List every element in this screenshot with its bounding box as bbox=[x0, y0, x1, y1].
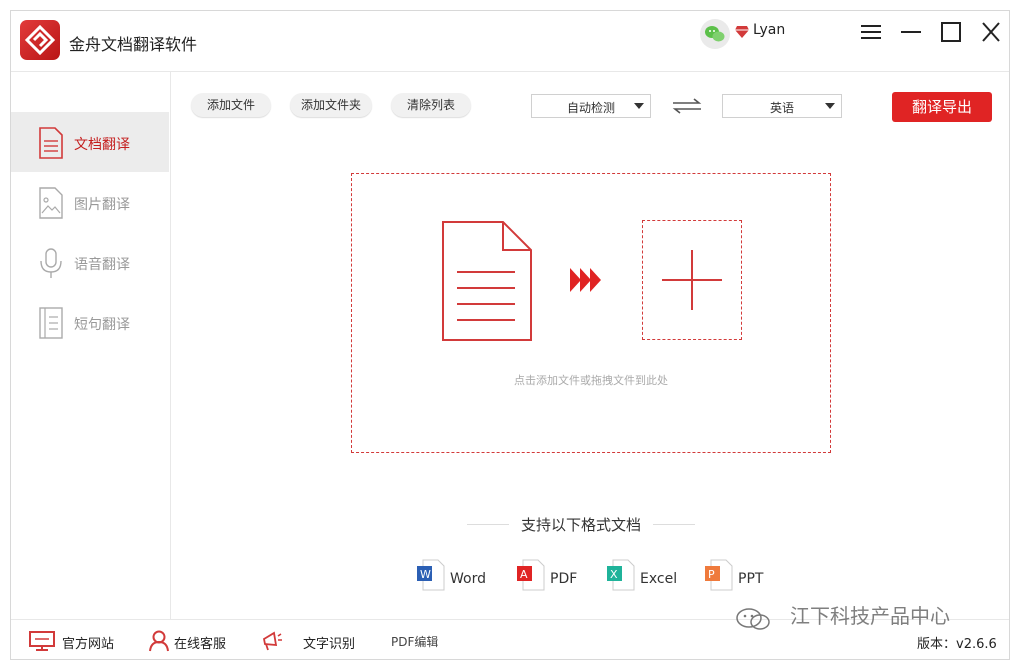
app-logo bbox=[20, 20, 60, 60]
ocr-label: 文字识别 bbox=[303, 637, 356, 652]
clear-list-button[interactable]: 清除列表 bbox=[391, 93, 471, 117]
online-support-link[interactable]: 在线客服 bbox=[149, 620, 241, 659]
swap-languages-icon[interactable] bbox=[671, 97, 703, 119]
image-icon bbox=[38, 187, 64, 223]
megaphone-icon bbox=[262, 631, 282, 651]
pdf-edit-link[interactable]: PDF编辑 bbox=[391, 620, 461, 659]
vip-gem-icon bbox=[734, 24, 750, 43]
svg-text:X: X bbox=[610, 568, 618, 581]
add-file-button[interactable]: 添加文件 bbox=[191, 93, 271, 117]
minimize-button[interactable] bbox=[896, 19, 926, 45]
sidebar-item-sentence-translate[interactable]: 短句翻译 bbox=[11, 292, 169, 352]
chevron-down-icon bbox=[825, 103, 835, 109]
word-icon: W bbox=[416, 559, 446, 595]
format-ppt: P PPT bbox=[704, 559, 774, 591]
version-label: 版本：v2.6.6 bbox=[917, 637, 997, 652]
close-button[interactable] bbox=[976, 19, 1006, 45]
wechat-icon[interactable] bbox=[700, 19, 730, 49]
sidebar-item-voice-translate[interactable]: 语音翻译 bbox=[11, 232, 169, 292]
username[interactable]: Lyan bbox=[753, 22, 785, 38]
svg-text:P: P bbox=[708, 568, 715, 581]
app-title: 金舟文档翻译软件 bbox=[69, 35, 198, 54]
minimize-icon bbox=[901, 31, 921, 33]
target-language-select[interactable]: 英语 bbox=[722, 94, 842, 118]
add-file-box[interactable] bbox=[642, 220, 742, 340]
format-name: PDF bbox=[550, 571, 578, 587]
online-support-label: 在线客服 bbox=[174, 637, 227, 652]
maximize-icon bbox=[941, 22, 961, 42]
svg-text:W: W bbox=[420, 568, 431, 581]
menu-icon bbox=[861, 25, 881, 39]
app-window: 金舟文档翻译软件 Lyan 文档翻译 图片翻译 语音翻译 短句翻译 添加文件 添… bbox=[10, 10, 1010, 660]
format-word: W Word bbox=[416, 559, 496, 591]
title-bar: 金舟文档翻译软件 Lyan bbox=[11, 11, 1009, 72]
official-website-label: 官方网站 bbox=[62, 637, 115, 652]
ocr-link[interactable]: 文字识别 bbox=[261, 620, 361, 659]
file-document-icon bbox=[441, 220, 533, 346]
source-language-select[interactable]: 自动检测 bbox=[531, 94, 651, 118]
add-folder-button[interactable]: 添加文件夹 bbox=[290, 93, 372, 117]
notebook-icon bbox=[38, 307, 64, 343]
forward-arrows-icon bbox=[570, 267, 602, 297]
format-excel: X Excel bbox=[606, 559, 681, 591]
menu-button[interactable] bbox=[856, 19, 886, 45]
supported-formats-heading: 支持以下格式文档 bbox=[467, 514, 695, 534]
maximize-button[interactable] bbox=[936, 19, 966, 45]
format-name: PPT bbox=[738, 571, 764, 587]
drop-zone-hint: 点击添加文件或拖拽文件到此处 bbox=[514, 374, 668, 387]
format-name: Excel bbox=[640, 571, 678, 587]
sidebar-item-label: 文档翻译 bbox=[74, 137, 130, 153]
official-website-link[interactable]: 官方网站 bbox=[29, 620, 121, 659]
microphone-icon bbox=[38, 247, 64, 283]
pdf-icon: A bbox=[516, 559, 546, 595]
format-name: Word bbox=[450, 571, 486, 587]
excel-icon: X bbox=[606, 559, 636, 595]
chevron-down-icon bbox=[634, 103, 644, 109]
watermark-text: 江下科技产品中心 bbox=[790, 604, 950, 628]
document-icon bbox=[38, 127, 64, 163]
user-icon bbox=[149, 630, 169, 652]
sidebar-item-image-translate[interactable]: 图片翻译 bbox=[11, 172, 169, 232]
ppt-icon: P bbox=[704, 559, 734, 595]
svg-text:A: A bbox=[520, 568, 528, 581]
sidebar-item-label: 短句翻译 bbox=[74, 317, 130, 333]
wechat-watermark-icon bbox=[732, 604, 778, 638]
sidebar-item-document-translate[interactable]: 文档翻译 bbox=[11, 112, 169, 172]
target-language-value: 英语 bbox=[769, 101, 794, 115]
close-icon bbox=[982, 22, 1000, 42]
monitor-icon bbox=[29, 631, 55, 651]
sidebar: 文档翻译 图片翻译 语音翻译 短句翻译 bbox=[11, 72, 171, 619]
source-language-value: 自动检测 bbox=[566, 101, 615, 115]
file-drop-zone[interactable]: 点击添加文件或拖拽文件到此处 bbox=[351, 173, 831, 453]
pdf-edit-label: PDF编辑 bbox=[391, 635, 439, 649]
translate-export-button[interactable]: 翻译导出 bbox=[892, 92, 992, 122]
divider bbox=[653, 524, 695, 525]
format-pdf: A PDF bbox=[516, 559, 586, 591]
sidebar-item-label: 图片翻译 bbox=[74, 197, 130, 213]
sidebar-item-label: 语音翻译 bbox=[74, 257, 130, 273]
plus-icon bbox=[662, 250, 722, 310]
